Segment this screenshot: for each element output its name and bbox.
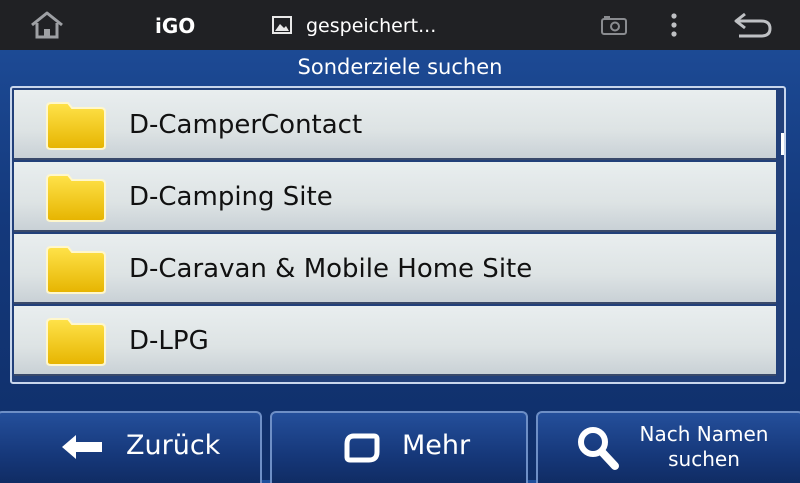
list-item-label: D-Caravan & Mobile Home Site: [129, 254, 533, 284]
folder-icon: [46, 102, 106, 150]
overflow-menu-icon[interactable]: [664, 12, 684, 38]
home-icon[interactable]: [28, 10, 66, 40]
list-item[interactable]: D-Caravan & Mobile Home Site: [14, 234, 776, 304]
status-bar: iGO gespeichert...: [0, 0, 800, 50]
list-item[interactable]: D-LPG: [14, 306, 776, 376]
image-icon: [272, 16, 292, 34]
back-arrow-icon[interactable]: [733, 11, 773, 39]
list-item[interactable]: D-CamperContact: [14, 90, 776, 160]
list-item-label: D-Camping Site: [129, 182, 333, 212]
more-button-label: Mehr: [402, 430, 471, 461]
folder-icon: [46, 174, 106, 222]
page-title: Sonderziele suchen: [297, 55, 503, 79]
search-button-label-line2: suchen: [668, 447, 740, 471]
search-button-label-line1: Nach Namen: [639, 422, 769, 446]
search-by-name-button[interactable]: Nach Namen suchen: [536, 411, 800, 483]
app-name: iGO: [155, 14, 196, 38]
list-scrollbar[interactable]: [781, 133, 784, 155]
poi-category-list[interactable]: D-CamperContact D-Camping Site D-Caravan…: [14, 90, 776, 378]
folder-icon: [46, 318, 106, 366]
search-icon: [578, 427, 619, 470]
more-icon: [344, 433, 380, 463]
back-button-label: Zurück: [126, 430, 221, 461]
screenshot-icon: [601, 16, 627, 35]
arrow-left-icon: [62, 435, 102, 459]
list-item[interactable]: D-Camping Site: [14, 162, 776, 232]
folder-icon: [46, 246, 106, 294]
list-item-label: D-LPG: [129, 326, 209, 356]
list-item-label: D-CamperContact: [129, 110, 363, 140]
more-button[interactable]: Mehr: [270, 411, 528, 483]
notification-text: gespeichert...: [306, 15, 437, 37]
back-button[interactable]: Zurück: [0, 411, 262, 483]
